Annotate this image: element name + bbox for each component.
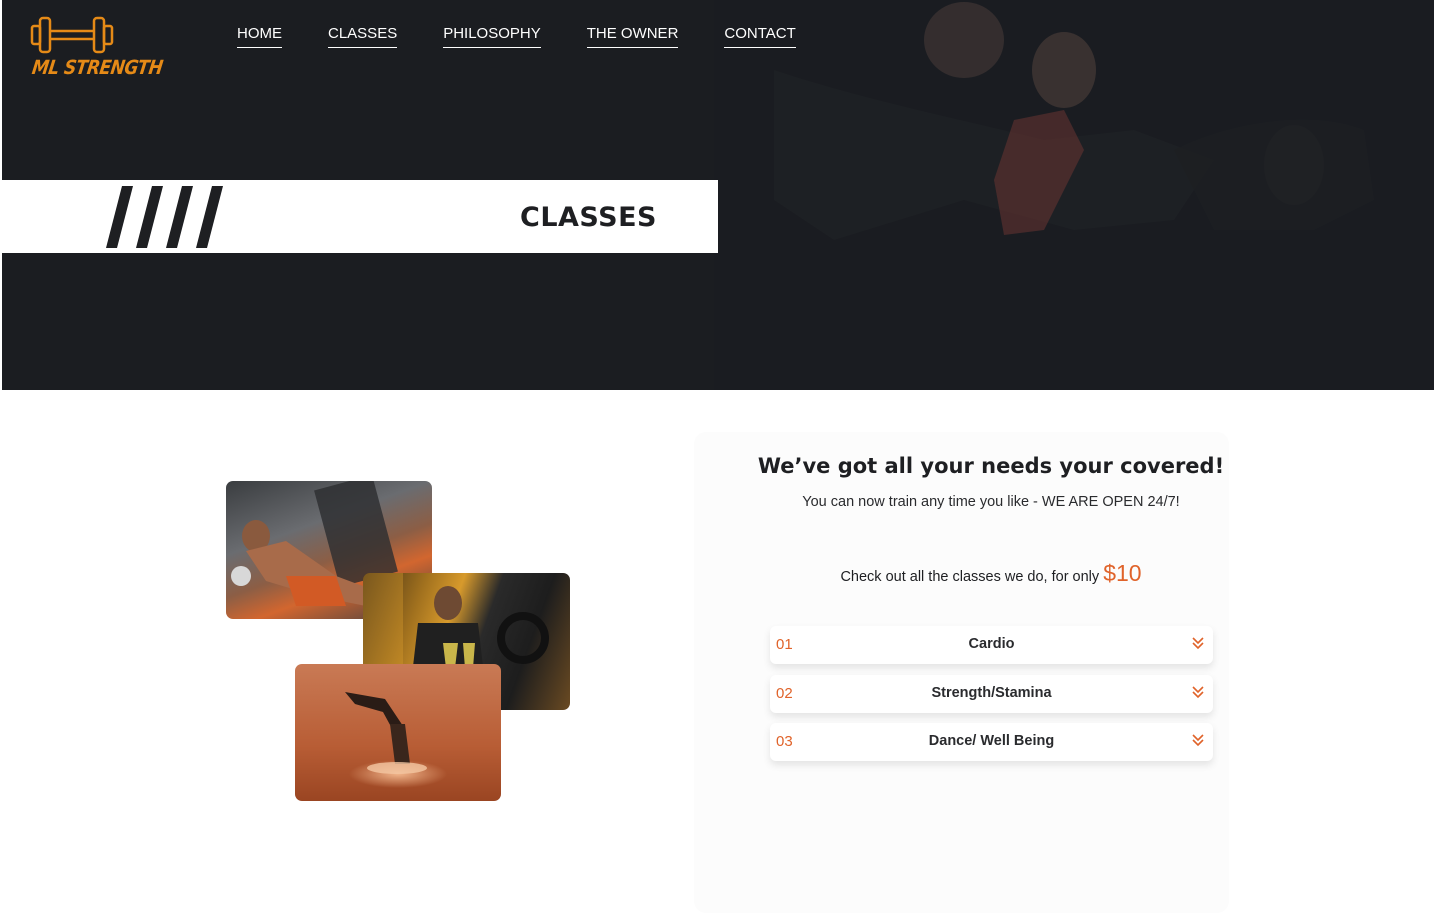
offer-line: Check out all the classes we do, for onl… <box>694 560 1288 587</box>
offer-text: Check out all the classes we do, for onl… <box>840 569 1100 585</box>
accordion-item-dance-well-being[interactable]: 03 Dance/ Well Being <box>770 723 1213 761</box>
page-title: CLASSES <box>520 202 657 233</box>
main-nav: HOME CLASSES PHILOSOPHY THE OWNER CONTAC… <box>237 24 842 48</box>
nav-philosophy[interactable]: PHILOSOPHY <box>443 24 541 48</box>
nav-the-owner[interactable]: THE OWNER <box>586 24 679 48</box>
nav-contact[interactable]: CONTACT <box>724 24 796 48</box>
handstand-dance-photo <box>295 664 501 801</box>
accordion-label: Strength/Stamina <box>931 685 1052 701</box>
chevron-double-down-icon[interactable] <box>1191 733 1205 747</box>
nav-home[interactable]: HOME <box>237 24 282 48</box>
accordion-label: Cardio <box>968 636 1015 652</box>
chevron-double-down-icon[interactable] <box>1191 636 1205 650</box>
slashes-decoration <box>106 186 223 248</box>
offer-price: $10 <box>1103 560 1142 586</box>
card-subtitle: You can now train any time you like - WE… <box>802 494 1180 510</box>
accordion-label: Dance/ Well Being <box>928 733 1055 749</box>
nav-classes[interactable]: CLASSES <box>328 24 398 48</box>
card-title: We’ve got all your needs your covered! <box>757 454 1225 478</box>
page-title-banner: CLASSES <box>2 180 718 253</box>
accordion-item-strength-stamina[interactable]: 02 Strength/Stamina <box>770 675 1213 713</box>
classes-card: We’ve got all your needs your covered! Y… <box>694 432 1229 913</box>
hero-background-photo <box>714 0 1434 390</box>
dumbbell-icon <box>30 16 114 54</box>
accordion-item-cardio[interactable]: 01 Cardio <box>770 626 1213 664</box>
logo-text: ML STRENGTH <box>30 56 165 80</box>
hero-section: ML STRENGTH HOME CLASSES PHILOSOPHY THE … <box>2 0 1434 390</box>
chevron-double-down-icon[interactable] <box>1191 685 1205 699</box>
